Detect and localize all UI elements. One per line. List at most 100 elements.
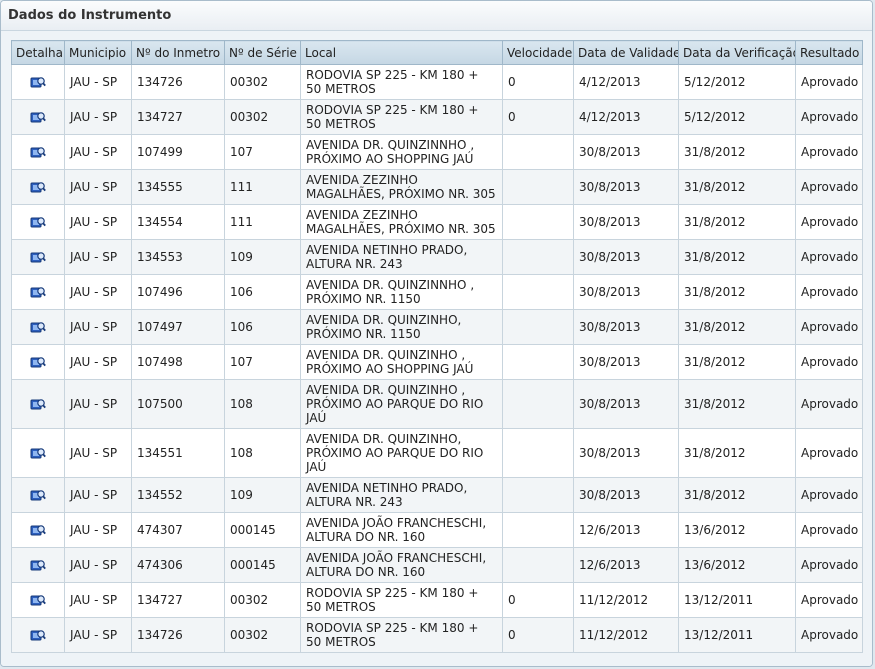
cell-serie: 00302 bbox=[224, 582, 301, 618]
cell-inmetro: 107498 bbox=[131, 344, 225, 380]
cell-resultado: Aprovado bbox=[795, 64, 863, 100]
cell-validade: 12/6/2013 bbox=[573, 547, 679, 583]
column-header-serie[interactable]: Nº de Série bbox=[224, 40, 301, 65]
cell-detalhar bbox=[11, 274, 65, 310]
cell-verificacao: 31/8/2012 bbox=[678, 274, 796, 310]
cell-detalhar bbox=[11, 512, 65, 548]
detail-magnifier-icon[interactable] bbox=[30, 627, 46, 643]
cell-velocidade bbox=[502, 344, 574, 380]
cell-detalhar bbox=[11, 99, 65, 135]
detail-magnifier-icon[interactable] bbox=[30, 179, 46, 195]
cell-inmetro: 134726 bbox=[131, 64, 225, 100]
cell-local: AVENIDA DR. QUINZINHO , PRÓXIMO AO PARQU… bbox=[300, 379, 503, 429]
cell-verificacao: 31/8/2012 bbox=[678, 379, 796, 429]
detail-magnifier-icon[interactable] bbox=[30, 396, 46, 412]
cell-velocidade bbox=[502, 309, 574, 345]
cell-municipio: JAU - SP bbox=[64, 309, 132, 345]
column-header-velocidade[interactable]: Velocidade bbox=[502, 40, 574, 65]
cell-local: AVENIDA JOÃO FRANCHESCHI, ALTURA DO NR. … bbox=[300, 547, 503, 583]
cell-inmetro: 134555 bbox=[131, 169, 225, 205]
cell-resultado: Aprovado bbox=[795, 582, 863, 618]
cell-validade: 12/6/2013 bbox=[573, 512, 679, 548]
column-header-resultado[interactable]: Resultado bbox=[795, 40, 863, 65]
column-header-validade[interactable]: Data de Validade bbox=[573, 40, 679, 65]
cell-verificacao: 31/8/2012 bbox=[678, 428, 796, 478]
cell-validade: 30/8/2013 bbox=[573, 309, 679, 345]
cell-velocidade bbox=[502, 547, 574, 583]
detail-magnifier-icon[interactable] bbox=[30, 214, 46, 230]
cell-municipio: JAU - SP bbox=[64, 64, 132, 100]
cell-inmetro: 107500 bbox=[131, 379, 225, 429]
table-row: JAU - SP 134554 111 AVENIDA ZEZINHO MAGALHÃ… bbox=[11, 204, 863, 240]
cell-resultado: Aprovado bbox=[795, 379, 863, 429]
cell-velocidade: 0 bbox=[502, 64, 574, 100]
cell-local: AVENIDA ZEZINHO MAGALHÃES, PRÓXIMO NR. 3… bbox=[300, 204, 503, 240]
detail-magnifier-icon[interactable] bbox=[30, 522, 46, 538]
cell-verificacao: 31/8/2012 bbox=[678, 239, 796, 275]
cell-detalhar bbox=[11, 582, 65, 618]
cell-serie: 00302 bbox=[224, 617, 301, 653]
detail-magnifier-icon[interactable] bbox=[30, 144, 46, 160]
cell-local: RODOVIA SP 225 - KM 180 + 50 METROS bbox=[300, 64, 503, 100]
column-header-detalhar[interactable]: Detalhar bbox=[11, 40, 65, 65]
detail-magnifier-icon[interactable] bbox=[30, 445, 46, 461]
detail-magnifier-icon[interactable] bbox=[30, 74, 46, 90]
cell-inmetro: 134551 bbox=[131, 428, 225, 478]
table-row: JAU - SP 134727 00302 RODOVIA SP 225 - KM 1… bbox=[11, 99, 863, 135]
detail-magnifier-icon[interactable] bbox=[30, 557, 46, 573]
cell-inmetro: 134727 bbox=[131, 582, 225, 618]
cell-velocidade bbox=[502, 169, 574, 205]
table-row: JAU - SP 107499 107 AVENIDA DR. QUINZINNHO … bbox=[11, 134, 863, 170]
cell-velocidade: 0 bbox=[502, 99, 574, 135]
detail-magnifier-icon[interactable] bbox=[30, 109, 46, 125]
cell-detalhar bbox=[11, 428, 65, 478]
cell-velocidade bbox=[502, 274, 574, 310]
cell-serie: 106 bbox=[224, 309, 301, 345]
cell-local: RODOVIA SP 225 - KM 180 + 50 METROS bbox=[300, 582, 503, 618]
cell-local: AVENIDA DR. QUINZINHO , PRÓXIMO AO SHOPP… bbox=[300, 344, 503, 380]
cell-serie: 111 bbox=[224, 204, 301, 240]
cell-serie: 00302 bbox=[224, 99, 301, 135]
cell-verificacao: 31/8/2012 bbox=[678, 344, 796, 380]
table-row: JAU - SP 134553 109 AVENIDA NETINHO PRADO, … bbox=[11, 239, 863, 275]
column-header-inmetro[interactable]: Nº do Inmetro bbox=[131, 40, 225, 65]
cell-municipio: JAU - SP bbox=[64, 204, 132, 240]
panel-body: Detalhar Municipio Nº do Inmetro Nº de S… bbox=[1, 31, 872, 666]
cell-municipio: JAU - SP bbox=[64, 547, 132, 583]
detail-magnifier-icon[interactable] bbox=[30, 592, 46, 608]
cell-serie: 00302 bbox=[224, 64, 301, 100]
cell-municipio: JAU - SP bbox=[64, 582, 132, 618]
table-row: JAU - SP 134726 00302 RODOVIA SP 225 - KM 1… bbox=[11, 64, 863, 100]
cell-detalhar bbox=[11, 239, 65, 275]
cell-resultado: Aprovado bbox=[795, 169, 863, 205]
cell-verificacao: 31/8/2012 bbox=[678, 134, 796, 170]
cell-validade: 30/8/2013 bbox=[573, 344, 679, 380]
table-row: JAU - SP 107498 107 AVENIDA DR. QUINZINHO ,… bbox=[11, 344, 863, 380]
cell-municipio: JAU - SP bbox=[64, 379, 132, 429]
detail-magnifier-icon[interactable] bbox=[30, 249, 46, 265]
cell-validade: 11/12/2012 bbox=[573, 582, 679, 618]
cell-resultado: Aprovado bbox=[795, 547, 863, 583]
cell-resultado: Aprovado bbox=[795, 428, 863, 478]
detail-magnifier-icon[interactable] bbox=[30, 354, 46, 370]
column-header-local[interactable]: Local bbox=[300, 40, 503, 65]
column-header-municipio[interactable]: Municipio bbox=[64, 40, 132, 65]
cell-inmetro: 134727 bbox=[131, 99, 225, 135]
table-row: JAU - SP 107497 106 AVENIDA DR. QUINZINHO, … bbox=[11, 309, 863, 345]
cell-detalhar bbox=[11, 477, 65, 513]
detail-magnifier-icon[interactable] bbox=[30, 487, 46, 503]
table-row: JAU - SP 134726 00302 RODOVIA SP 225 - KM 1… bbox=[11, 617, 863, 653]
cell-velocidade bbox=[502, 428, 574, 478]
column-header-verificacao[interactable]: Data da Verificação bbox=[678, 40, 796, 65]
cell-resultado: Aprovado bbox=[795, 99, 863, 135]
cell-inmetro: 107497 bbox=[131, 309, 225, 345]
cell-detalhar bbox=[11, 169, 65, 205]
detail-magnifier-icon[interactable] bbox=[30, 319, 46, 335]
cell-municipio: JAU - SP bbox=[64, 477, 132, 513]
cell-municipio: JAU - SP bbox=[64, 134, 132, 170]
detail-magnifier-icon[interactable] bbox=[30, 284, 46, 300]
cell-verificacao: 5/12/2012 bbox=[678, 64, 796, 100]
cell-detalhar bbox=[11, 617, 65, 653]
cell-detalhar bbox=[11, 379, 65, 429]
panel-header: Dados do Instrumento bbox=[1, 1, 872, 31]
